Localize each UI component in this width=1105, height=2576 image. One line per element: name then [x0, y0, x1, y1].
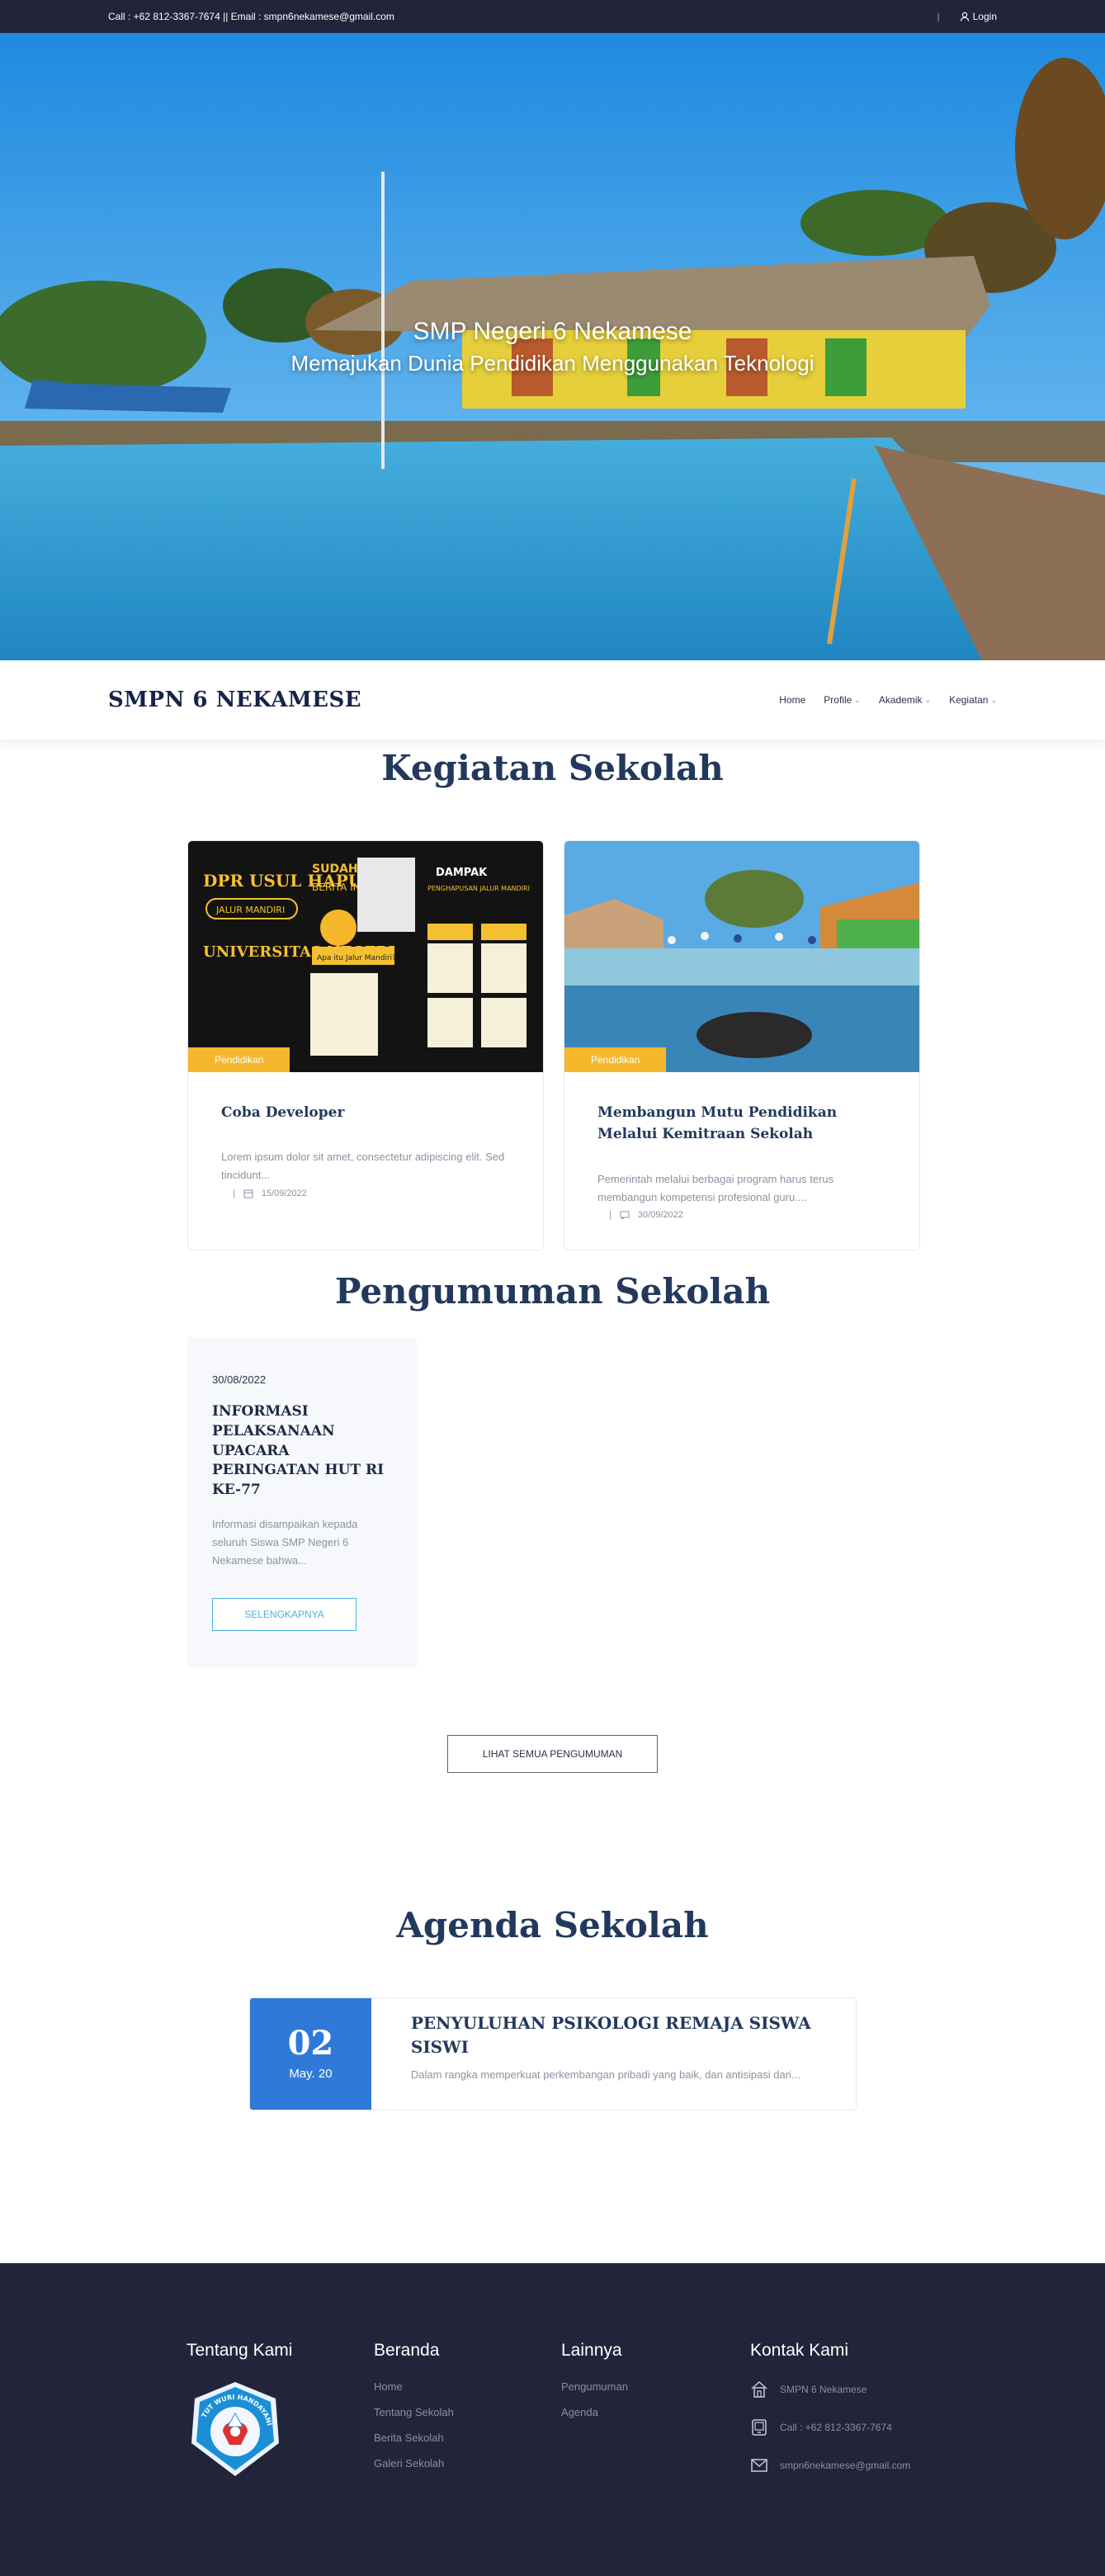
activity-excerpt: Pemerintah melalui berbagai program haru…	[597, 1172, 834, 1203]
phone-icon	[752, 2419, 767, 2436]
agenda-day: 02	[287, 2024, 334, 2063]
footer-about: Tentang Kami TUT WURI HANDAYANI	[187, 2341, 292, 2482]
nav-label: Home	[779, 694, 806, 706]
infographic-text: DAMPAK	[436, 867, 488, 879]
user-icon	[960, 12, 969, 21]
activity-card[interactable]: DPR USUL HAPUS JALUR MANDIRI UNIVERSITAS…	[187, 840, 544, 1250]
top-bar: Call : +62 812-3367-7674 || Email : smpn…	[0, 0, 1105, 33]
nav-label: Kegiatan	[949, 694, 989, 706]
agenda-title: Agenda Sekolah	[396, 1905, 709, 1945]
site-brand[interactable]: SMPN 6 NEKAMESE	[108, 688, 361, 712]
chevron-down-icon: ⌄	[990, 695, 997, 704]
footer-link-galeri-sekolah[interactable]: Galeri Sekolah	[374, 2457, 454, 2470]
comment-icon	[620, 1211, 630, 1220]
contact-address-text: SMPN 6 Nekamese	[780, 2384, 867, 2395]
meta-separator: |	[233, 1188, 235, 1198]
activity-title[interactable]: Coba Developer	[221, 1102, 510, 1123]
nav-item-home[interactable]: Home	[779, 694, 805, 706]
contact-info: Call : +62 812-3367-7674 || Email : smpn…	[108, 11, 394, 22]
contact-email: smpn6nekamese@gmail.com	[750, 2456, 910, 2474]
nav-item-profile[interactable]: Profile ⌄	[824, 694, 861, 706]
footer-link-tentang-sekolah[interactable]: Tentang Sekolah	[374, 2406, 454, 2418]
login-link[interactable]: Login	[960, 11, 997, 22]
category-badge: Pendidikan	[564, 1047, 667, 1072]
activity-meta: | 15/09/2022	[221, 1189, 510, 1198]
nav-menu: Home Profile ⌄ Akademik ⌄ Kegiatan ⌄	[779, 694, 997, 706]
announcement-excerpt: Informasi disampaikan kepada seluruh Sis…	[212, 1517, 358, 1567]
footer: Tentang Kami TUT WURI HANDAYANI Beranda …	[0, 2263, 1105, 2576]
contact-phone: Call : +62 812-3367-7674	[750, 2418, 910, 2437]
top-bar-separator: |	[937, 11, 940, 22]
activity-date: 15/09/2022	[261, 1188, 307, 1198]
agenda-info: PENYULUHAN PSIKOLOGI REMAJA SISWA SISWI …	[371, 1998, 856, 2110]
activity-card-body: Membangun Mutu Pendidikan Melalui Kemitr…	[564, 1072, 919, 1250]
agenda-month: May. 20	[289, 2067, 333, 2081]
contact-email-text[interactable]: smpn6nekamese@gmail.com	[780, 2460, 910, 2471]
infographic-text: PENGHAPUSAN JALUR MANDIRI	[427, 885, 530, 892]
activity-title[interactable]: Membangun Mutu Pendidikan Melalui Kemitr…	[597, 1102, 886, 1146]
footer-kontak-title: Kontak Kami	[750, 2341, 849, 2360]
nav-label: Akademik	[878, 694, 923, 706]
kegiatan-cards: DPR USUL HAPUS JALUR MANDIRI UNIVERSITAS…	[187, 840, 920, 1250]
footer-link-berita-sekolah[interactable]: Berita Sekolah	[374, 2432, 454, 2444]
nav-label: Profile	[824, 694, 852, 706]
read-more-button[interactable]: SELENGKAPNYA	[212, 1598, 357, 1632]
footer-beranda: Beranda Home Tentang Sekolah Berita Seko…	[374, 2341, 454, 2483]
nav-item-kegiatan[interactable]: Kegiatan ⌄	[949, 694, 997, 706]
agenda-excerpt: Dalam rangka memperkuat perkembangan pri…	[410, 2068, 800, 2081]
chevron-down-icon: ⌄	[924, 695, 932, 704]
page: Call : +62 812-3367-7674 || Email : smpn…	[0, 0, 1105, 2576]
activity-excerpt: Lorem ipsum dolor sit amet, consectetur …	[221, 1151, 505, 1182]
activity-meta: | 30/09/2022	[597, 1210, 886, 1220]
tut-wuri-handayani-logo: TUT WURI HANDAYANI	[191, 2382, 279, 2476]
mail-icon	[751, 2459, 767, 2472]
activity-card-image: DPR USUL HAPUS JALUR MANDIRI UNIVERSITAS…	[188, 841, 543, 1072]
activity-date: 30/09/2022	[637, 1209, 683, 1220]
chevron-down-icon: ⌄	[854, 695, 861, 704]
agenda-date-box: 02 May. 20	[250, 1998, 371, 2110]
pengumuman-title: Pengumuman Sekolah	[334, 1271, 771, 1312]
infographic-image: DPR USUL HAPUS JALUR MANDIRI UNIVERSITAS…	[188, 841, 543, 1072]
announcement-date: 30/08/2022	[212, 1373, 267, 1386]
footer-link-home[interactable]: Home	[374, 2380, 454, 2393]
hero-banner: SMP Negeri 6 Nekamese Memajukan Dunia Pe…	[0, 33, 1105, 660]
footer-link-agenda[interactable]: Agenda	[561, 2406, 628, 2418]
agenda-item[interactable]: 02 May. 20 PENYULUHAN PSIKOLOGI REMAJA S…	[249, 1997, 857, 2110]
calendar-icon	[243, 1189, 253, 1198]
agenda-item-title[interactable]: PENYULUHAN PSIKOLOGI REMAJA SISWA SISWI	[411, 2011, 816, 2059]
activity-card[interactable]: Pendidikan Membangun Mutu Pendidikan Mel…	[564, 840, 920, 1250]
home-icon	[751, 2380, 767, 2398]
hero-subtitle: Memajukan Dunia Pendidikan Menggunakan T…	[290, 351, 815, 376]
contact-address: SMPN 6 Nekamese	[750, 2380, 910, 2399]
footer-lainnya-title: Lainnya	[561, 2341, 622, 2360]
meta-separator: |	[609, 1209, 612, 1220]
footer-kontak: Kontak Kami SMPN 6 Nekamese Call : +62 8…	[750, 2341, 910, 2494]
contact-phone-text[interactable]: Call : +62 812-3367-7674	[780, 2422, 892, 2433]
kegiatan-title: Kegiatan Sekolah	[381, 748, 724, 788]
login-label: Login	[972, 11, 997, 22]
footer-about-title: Tentang Kami	[187, 2341, 293, 2360]
infographic-text: JALUR MANDIRI	[215, 905, 285, 915]
category-badge: Pendidikan	[188, 1047, 290, 1072]
nav-item-akademik[interactable]: Akademik ⌄	[879, 694, 931, 706]
view-all-announcements-button[interactable]: LIHAT SEMUA PENGUMUMAN	[447, 1735, 658, 1773]
footer-lainnya: Lainnya Pengumuman Agenda	[561, 2341, 628, 2432]
infographic-text: Apa itu Jalur Mandiri?	[317, 954, 396, 962]
footer-link-pengumuman[interactable]: Pengumuman	[561, 2380, 628, 2393]
activity-card-body: Coba Developer Lorem ipsum dolor sit ame…	[188, 1072, 543, 1228]
school-yard-photo	[564, 841, 919, 1072]
announcement-card: 30/08/2022 INFORMASI PELAKSANAAN UPACARA…	[187, 1337, 417, 1669]
hero-caption: SMP Negeri 6 Nekamese Memajukan Dunia Pe…	[0, 318, 1105, 376]
footer-beranda-title: Beranda	[374, 2341, 440, 2360]
announcement-title[interactable]: INFORMASI PELAKSANAAN UPACARA PERINGATAN…	[212, 1402, 392, 1501]
activity-card-image: Pendidikan	[564, 841, 919, 1072]
hero-title: SMP Negeri 6 Nekamese	[413, 318, 692, 345]
main-navbar: SMPN 6 NEKAMESE Home Profile ⌄ Akademik ⌄ …	[0, 660, 1105, 740]
top-bar-right: | Login	[937, 11, 998, 22]
